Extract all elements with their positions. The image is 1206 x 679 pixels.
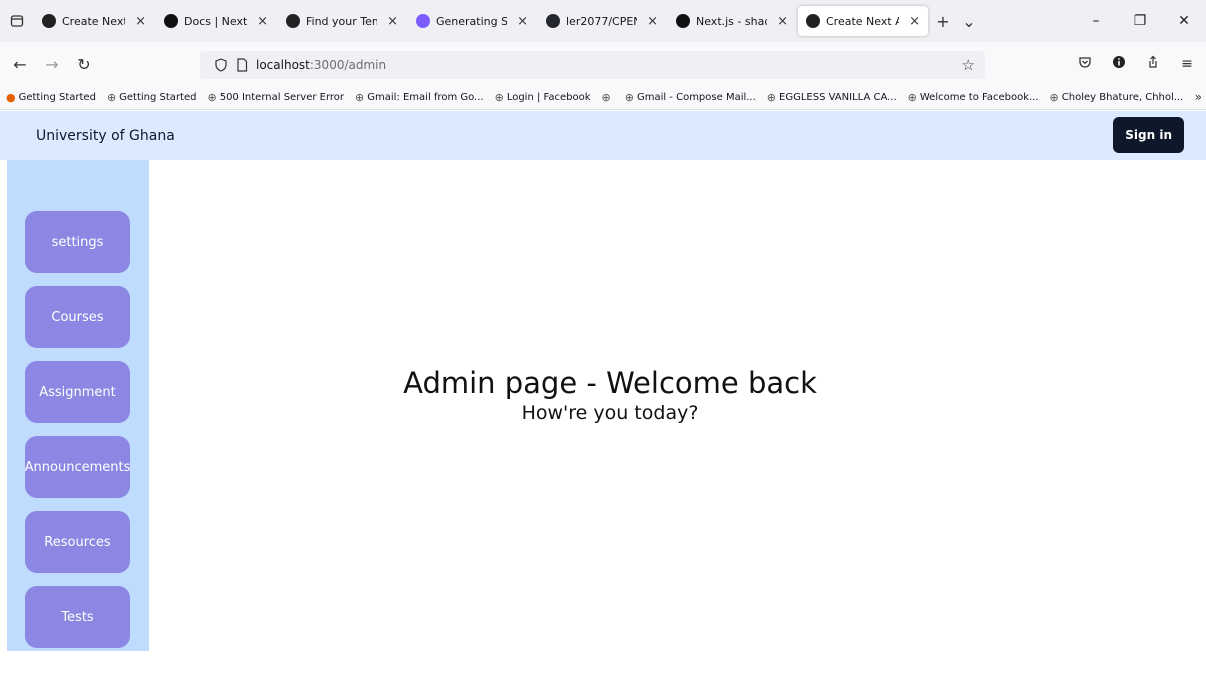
tab-close-icon[interactable]: × [135, 14, 146, 29]
sidebar-item-courses[interactable]: Courses [25, 286, 130, 348]
bookmarks-toolbar: ● Getting Started ⊕ Getting Started ⊕ 500 Int… [0, 86, 1206, 110]
bookmark-label: 500 Internal Server Error [219, 92, 345, 103]
browser-tab[interactable]: Next.js - shadcn/ × [668, 6, 796, 36]
url-host: localhost [256, 58, 310, 72]
tab-close-icon[interactable]: × [777, 14, 788, 29]
browser-tab[interactable]: Find your Templat × [278, 6, 406, 36]
new-tab-button[interactable]: + [930, 12, 956, 31]
tab-close-icon[interactable]: × [257, 14, 268, 29]
bookmark-item[interactable]: ⊕ EGGLESS VANILLA CA... [767, 91, 897, 104]
tab-title: Find your Templat [306, 14, 377, 28]
sidebar-item-announcements[interactable]: Announcements [25, 436, 130, 498]
bookmark-star-icon[interactable]: ☆ [962, 56, 975, 74]
globe-icon: ⊕ [1049, 91, 1059, 104]
globe-icon: ⊕ [601, 91, 611, 104]
restore-button[interactable]: ❐ [1118, 13, 1162, 29]
globe-icon: ⊕ [624, 91, 634, 104]
address-bar[interactable]: localhost:3000/admin ☆ [200, 51, 985, 79]
bookmark-list: ● Getting Started ⊕ Getting Started ⊕ 500 Int… [6, 91, 1194, 104]
sidebar-item-tests[interactable]: Tests [25, 586, 130, 648]
toolbar-icons: ≡ [1072, 42, 1200, 86]
browser-tabstrip: Create Next App×Docs | Next.js×Find your… [0, 0, 1206, 42]
shield-icon [215, 58, 227, 72]
forward-button[interactable]: → [40, 55, 64, 74]
tab-title: ler2077/CPEN208- [566, 14, 637, 28]
tab-title: Create Next App [62, 14, 125, 28]
tab-favicon-icon [416, 14, 430, 28]
share-icon[interactable] [1140, 55, 1166, 73]
brand-title[interactable]: University of Ghana [36, 128, 175, 144]
bookmark-item[interactable]: ⊕ 500 Internal Server Error [207, 91, 344, 104]
reload-button[interactable]: ↻ [72, 55, 96, 74]
globe-icon: ⊕ [494, 91, 504, 104]
bookmark-item[interactable]: ⊕ Gmail - Compose Mail... [625, 91, 756, 104]
browser-tab[interactable]: ler2077/CPEN208- × [538, 6, 666, 36]
close-window-button[interactable]: ✕ [1162, 13, 1206, 29]
bookmark-label: EGGLESS VANILLA CA... [779, 92, 897, 103]
menu-icon[interactable]: ≡ [1174, 56, 1200, 72]
page-icon [237, 58, 248, 72]
sidebar-item-settings[interactable]: settings [25, 211, 130, 273]
page-title: Admin page - Welcome back [403, 366, 817, 400]
globe-icon: ⊕ [907, 91, 917, 104]
bookmark-label: Welcome to Facebook... [919, 92, 1039, 103]
tab-close-icon[interactable]: × [909, 14, 920, 29]
tab-favicon-icon [676, 14, 690, 28]
back-button[interactable]: ← [8, 55, 32, 74]
bookmark-item[interactable]: ⊕ Getting Started [107, 91, 197, 104]
bookmark-item[interactable]: ⊕ Choley Bhature, Chhol... [1050, 91, 1184, 104]
tab-favicon-icon [806, 14, 820, 28]
browser-tab[interactable]: Generating SQL sc × [408, 6, 536, 36]
globe-icon: ⊕ [207, 91, 217, 104]
bookmarks-overflow-button[interactable]: » [1195, 90, 1202, 104]
window-controls: – ❐ ✕ [1074, 0, 1206, 42]
tab-title: Next.js - shadcn/ [696, 14, 767, 28]
bookmark-item[interactable]: ⊕ Login | Facebook [495, 91, 591, 104]
tab-close-icon[interactable]: × [647, 14, 658, 29]
sidebar-item-resources[interactable]: Resources [25, 511, 130, 573]
bookmark-item[interactable]: ⊕ [602, 91, 614, 104]
bookmark-item[interactable]: ⊕ Welcome to Facebook... [908, 91, 1039, 104]
tab-overview-icon[interactable] [0, 0, 34, 42]
tab-close-icon[interactable]: × [517, 14, 528, 29]
tab-title: Docs | Next.js [184, 14, 248, 28]
browser-tab[interactable]: Create Next App × [798, 6, 928, 36]
globe-icon: ⊕ [106, 91, 117, 104]
browser-tab[interactable]: Docs | Next.js × [156, 6, 276, 36]
bookmark-label: Choley Bhature, Chhol... [1061, 92, 1184, 103]
tab-title: Generating SQL sc [436, 14, 508, 28]
url-path: :3000/admin [309, 58, 387, 72]
browser-navbar: ← → ↻ localhost:3000/admin ☆ ≡ [0, 42, 1206, 86]
bookmark-item[interactable]: ⊕ Gmail: Email from Go... [355, 91, 484, 104]
page-subtitle: How're you today? [521, 402, 699, 424]
globe-icon: ⊕ [355, 91, 365, 104]
bookmark-label: Getting Started [119, 92, 197, 103]
app-header: University of Ghana Sign in [0, 111, 1206, 160]
bookmark-label: Getting Started [18, 92, 96, 103]
tab-favicon-icon [546, 14, 560, 28]
bookmark-label: Gmail - Compose Mail... [636, 92, 756, 103]
main-content: Admin page - Welcome back How're you tod… [150, 365, 1070, 425]
browser-tab[interactable]: Create Next App × [34, 6, 154, 36]
bookmark-item[interactable]: ● Getting Started [6, 91, 96, 104]
sidebar-item-assignment[interactable]: Assignment [25, 361, 130, 423]
tab-favicon-icon [42, 14, 56, 28]
tab-list: Create Next App×Docs | Next.js×Find your… [34, 6, 930, 36]
tab-close-icon[interactable]: × [387, 14, 398, 29]
tab-favicon-icon [164, 14, 178, 28]
minimize-button[interactable]: – [1074, 13, 1118, 29]
sidebar: settings Courses Assignment Announcement… [7, 160, 149, 651]
tab-favicon-icon [286, 14, 300, 28]
tab-title: Create Next App [826, 14, 900, 28]
bookmark-label: Login | Facebook [506, 92, 591, 103]
firefox-icon: ● [6, 91, 16, 104]
bookmark-label: Gmail: Email from Go... [367, 92, 484, 103]
extension-info-icon[interactable] [1106, 55, 1132, 73]
globe-icon: ⊕ [766, 91, 777, 104]
list-all-tabs-button[interactable]: ⌄ [956, 12, 982, 31]
sign-in-button[interactable]: Sign in [1113, 117, 1184, 153]
pocket-icon[interactable] [1072, 55, 1098, 73]
